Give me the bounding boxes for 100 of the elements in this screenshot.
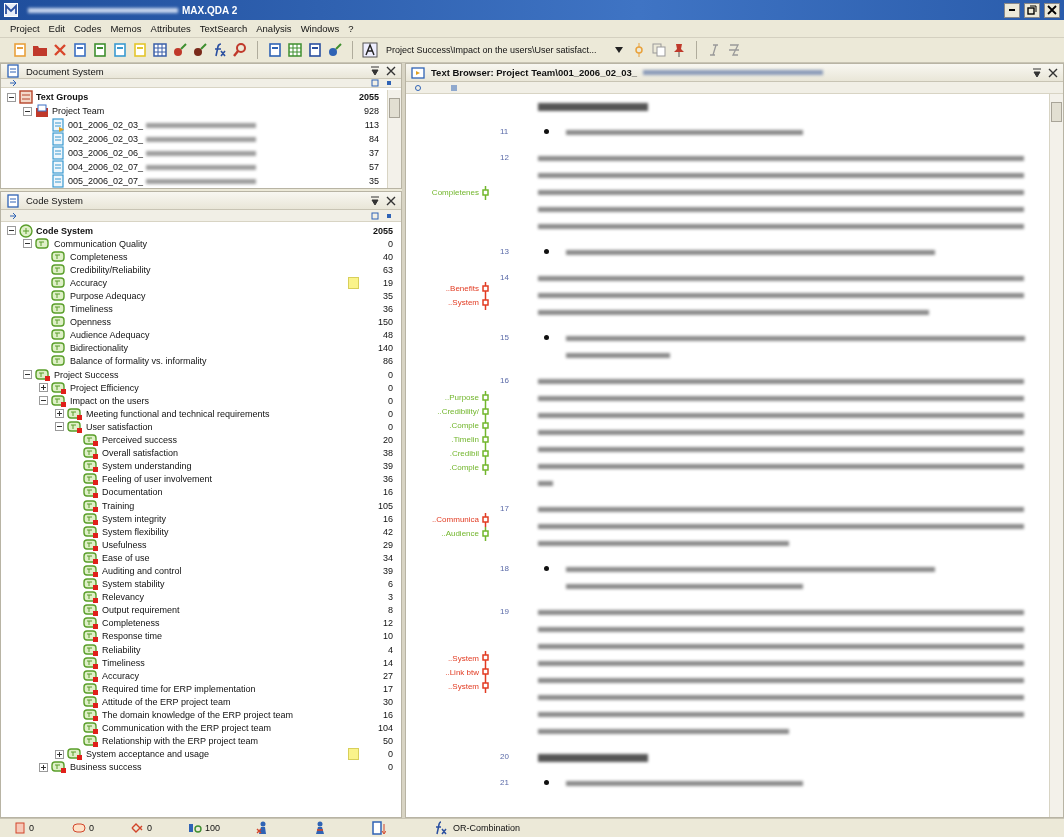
code-path-dropdown[interactable]: Project Success\Impact on the users\User satisfact... xyxy=(382,45,627,55)
coding-stripe[interactable] xyxy=(481,526,490,541)
coding-stripe[interactable] xyxy=(481,404,490,419)
coding-stripe[interactable] xyxy=(481,432,490,447)
document-icon[interactable] xyxy=(112,42,128,58)
square-icon[interactable] xyxy=(371,211,379,220)
code-label[interactable]: Audience Adequacy xyxy=(70,330,150,341)
expand-toggle[interactable] xyxy=(55,409,64,419)
close-button[interactable] xyxy=(1044,2,1060,18)
function-icon[interactable] xyxy=(212,42,228,58)
code-label[interactable]: Completeness xyxy=(70,251,128,262)
circle-icon[interactable] xyxy=(414,83,422,92)
code-label[interactable]: Ease of use xyxy=(102,552,150,563)
code-label[interactable]: Project Efficiency xyxy=(70,382,139,393)
expand-toggle[interactable] xyxy=(23,239,32,249)
scrollbar[interactable] xyxy=(1049,94,1063,817)
coding-stripe[interactable] xyxy=(481,679,490,693)
code-label[interactable]: System flexibility xyxy=(102,526,169,537)
coding-label[interactable]: ..Benefits xyxy=(445,284,479,293)
coding-stripe[interactable] xyxy=(481,460,490,475)
code-label[interactable]: System stability xyxy=(102,579,165,590)
coding-label[interactable]: ..System xyxy=(447,653,479,663)
coding-stripe[interactable] xyxy=(481,295,490,310)
code-label[interactable]: Relevancy xyxy=(102,592,145,603)
coding-stripe[interactable] xyxy=(481,665,490,679)
arrow-icon[interactable] xyxy=(9,211,17,220)
code-label[interactable]: Code System xyxy=(36,225,94,236)
coding-stripe[interactable] xyxy=(481,185,490,200)
tree-item-label[interactable]: 002_2006_02_03_ xyxy=(68,134,144,144)
minimize-button[interactable] xyxy=(1004,2,1020,18)
scrollbar[interactable] xyxy=(387,90,401,188)
code-label[interactable]: Bidirectionality xyxy=(70,343,129,354)
expand-toggle[interactable] xyxy=(39,762,48,772)
expand-toggle[interactable] xyxy=(55,749,64,759)
code-label[interactable]: Required time for ERP implementation xyxy=(102,683,256,694)
coding-label[interactable]: ..System xyxy=(447,298,479,307)
pin-icon[interactable] xyxy=(1032,67,1042,78)
menu-item[interactable]: ? xyxy=(348,23,354,34)
code-label[interactable]: Output requirement xyxy=(102,605,180,616)
code-label[interactable]: Attitude of the ERP project team xyxy=(102,696,231,707)
expand-toggle[interactable] xyxy=(23,106,32,116)
menu-item[interactable]: Memos xyxy=(110,23,142,34)
code-label[interactable]: Feeling of user involvement xyxy=(102,474,213,485)
tree-item-label[interactable]: 003_2006_02_06_ xyxy=(68,148,144,158)
code-label[interactable]: Communication with the ERP project team xyxy=(102,723,271,734)
code-label[interactable]: Usefulness xyxy=(102,539,147,550)
coding-stripe[interactable] xyxy=(481,418,490,433)
coding-label[interactable]: ..Link btw xyxy=(445,667,479,677)
code-label[interactable]: User satisfaction xyxy=(86,421,153,432)
coding-label[interactable]: ..Communica xyxy=(431,515,479,524)
tree-icon[interactable] xyxy=(287,42,303,58)
code-label[interactable]: System acceptance and usage xyxy=(86,749,210,760)
coding-stripe[interactable] xyxy=(481,512,490,527)
menu-item[interactable]: Attributes xyxy=(150,23,191,34)
coding-stripe[interactable] xyxy=(481,281,490,296)
code-label[interactable]: Accuracy xyxy=(70,277,107,288)
expand-toggle[interactable] xyxy=(55,422,64,432)
code-label[interactable]: Accuracy xyxy=(102,670,139,681)
coding-stripe[interactable] xyxy=(481,390,490,405)
code-icon[interactable] xyxy=(172,42,188,58)
coding-label[interactable]: ..System xyxy=(447,681,479,691)
tree-item-label[interactable]: 005_2006_02_07_ xyxy=(68,176,144,186)
code-label[interactable]: Impact on the users xyxy=(70,395,150,406)
close-icon[interactable] xyxy=(386,66,396,76)
code-label[interactable]: Timeliness xyxy=(70,304,113,315)
code-label[interactable]: Auditing and control xyxy=(102,566,182,576)
expand-toggle[interactable] xyxy=(39,383,48,393)
code-label[interactable]: Perceived success xyxy=(102,435,178,446)
code-label[interactable]: Response time xyxy=(102,631,163,642)
square-icon[interactable] xyxy=(371,79,379,87)
code-label[interactable]: System integrity xyxy=(102,513,167,524)
menu-item[interactable]: Codes xyxy=(73,23,102,34)
search-icon[interactable] xyxy=(232,42,248,58)
arrow-icon[interactable] xyxy=(9,79,17,87)
expand-toggle[interactable] xyxy=(7,92,16,102)
code-label[interactable]: Reliability xyxy=(102,644,141,655)
coding-stripe[interactable] xyxy=(481,446,490,461)
code-label[interactable]: Meeting functional and technical requirements xyxy=(86,408,270,419)
code-label[interactable]: Training xyxy=(102,500,135,511)
code-label[interactable]: System understanding xyxy=(102,461,192,472)
menu-item[interactable]: Analysis xyxy=(256,23,292,34)
code-label[interactable]: Documentation xyxy=(102,487,163,498)
menu-item[interactable]: Project xyxy=(10,23,40,34)
code-label[interactable]: Completeness xyxy=(102,618,160,629)
code-label[interactable]: Overall satisfaction xyxy=(102,448,179,459)
code-label[interactable]: Purpose Adequacy xyxy=(70,291,146,301)
code-label[interactable]: Communication Quality xyxy=(54,238,148,249)
grid-icon[interactable] xyxy=(152,42,168,58)
tree-item-label[interactable]: Project Team xyxy=(52,106,105,116)
pin-icon[interactable] xyxy=(370,195,380,206)
tree-item-label[interactable]: Text Groups xyxy=(36,92,89,102)
tree-item-label[interactable]: 001_2006_02_03_ xyxy=(68,120,144,130)
code-label[interactable]: Timeliness xyxy=(102,657,145,668)
code-label[interactable]: Relationship with the ERP project team xyxy=(102,736,258,747)
code-label[interactable]: Business success xyxy=(70,762,142,773)
cut-icon[interactable] xyxy=(52,42,68,58)
close-icon[interactable] xyxy=(386,195,396,206)
text-icon[interactable] xyxy=(362,42,378,58)
menu-item[interactable]: Edit xyxy=(48,23,65,34)
tree-item-label[interactable]: 004_2006_02_07_ xyxy=(68,162,144,172)
